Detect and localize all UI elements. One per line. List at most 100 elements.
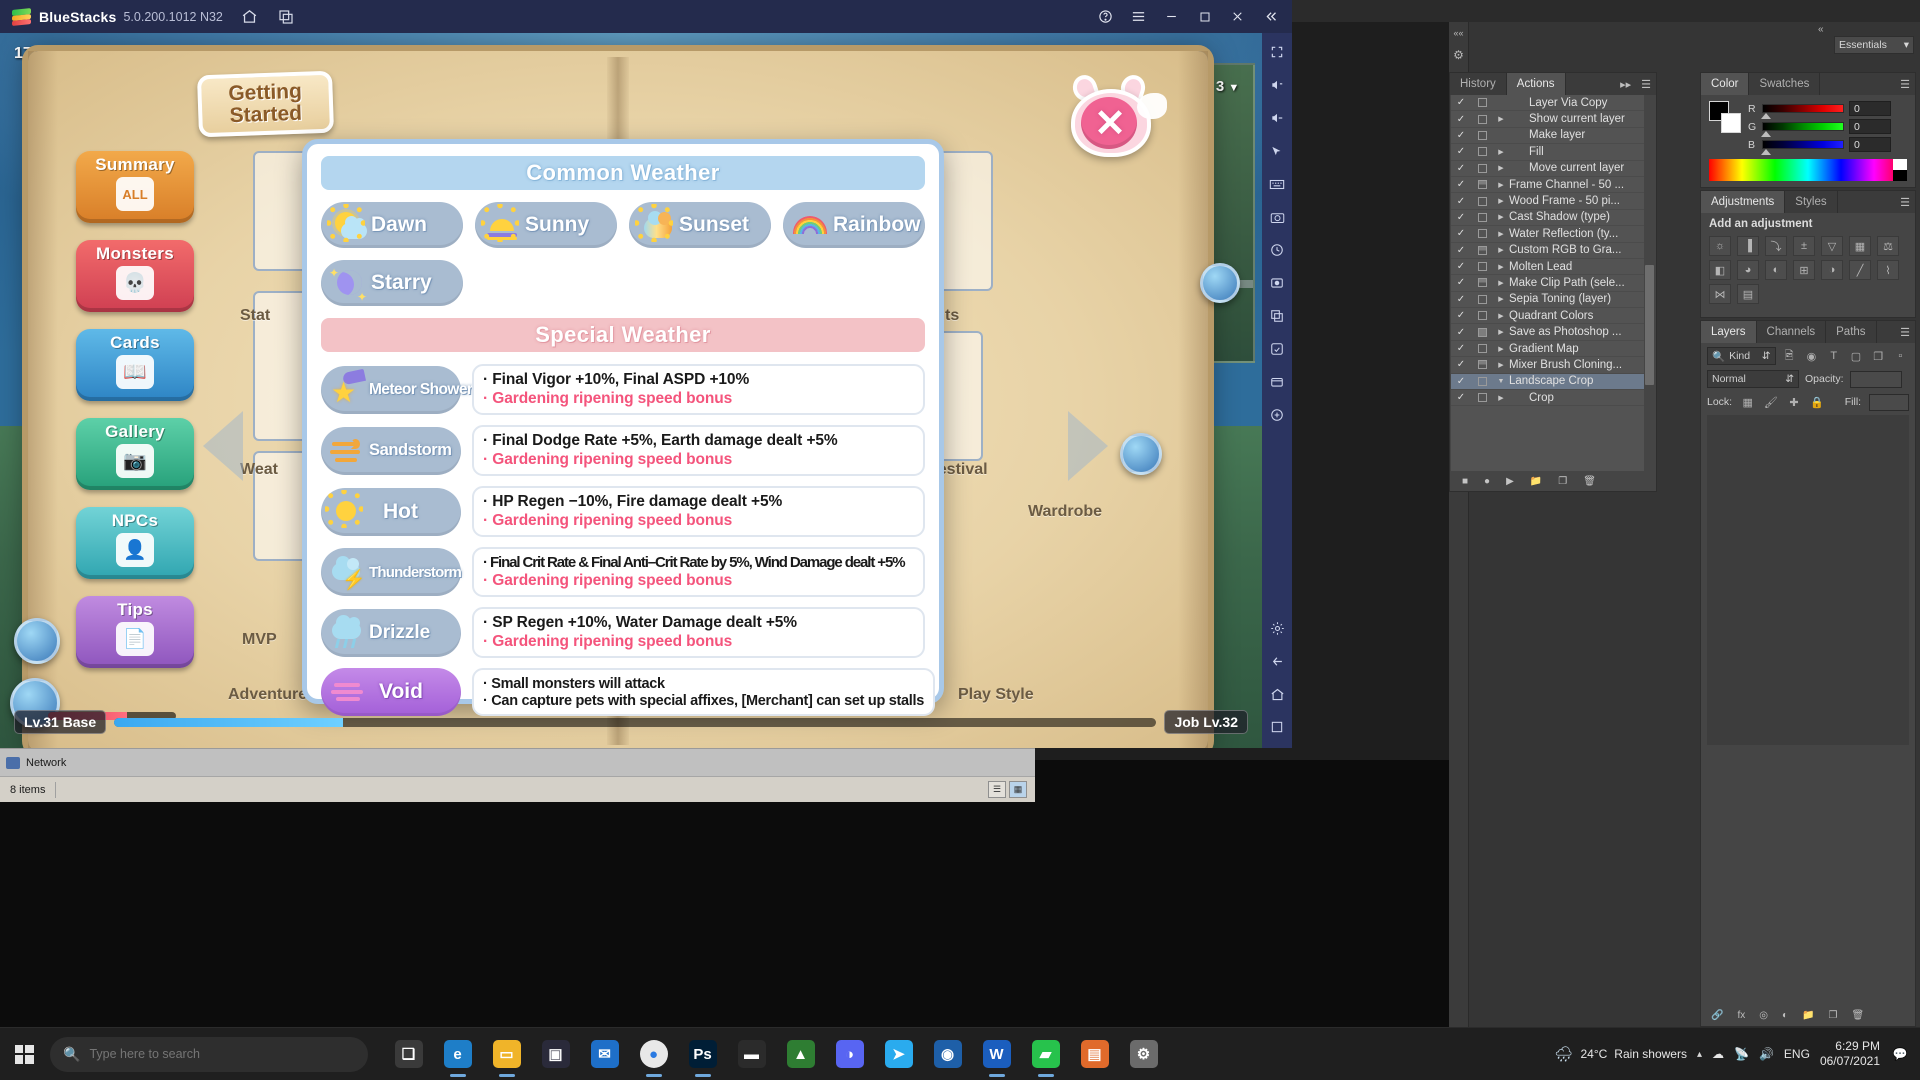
scrollbar-thumb[interactable] xyxy=(1645,265,1654,385)
action-row[interactable]: ✓ ▶ Quadrant Colors xyxy=(1451,308,1644,325)
edge-icon[interactable]: e xyxy=(433,1028,482,1080)
collapse-panels-icon[interactable]: «« xyxy=(1453,28,1463,38)
smart-object-filter-icon[interactable]: ❐ xyxy=(1870,347,1887,365)
blend-mode-select[interactable]: Normal ⇵ xyxy=(1707,370,1799,388)
action-row[interactable]: ✓ ▶ Save as Photoshop ... xyxy=(1451,324,1644,341)
new-layer-icon[interactable]: ❐ xyxy=(1828,1010,1837,1021)
back-icon[interactable] xyxy=(1266,650,1288,672)
weather-chip-sunset[interactable]: Sunset xyxy=(629,202,771,248)
macro-icon[interactable] xyxy=(1266,239,1288,261)
action-dialog-toggle-icon[interactable] xyxy=(1471,327,1493,337)
tab-actions[interactable]: Actions xyxy=(1506,73,1566,95)
r-slider[interactable] xyxy=(1761,104,1844,119)
action-dialog-toggle-icon[interactable] xyxy=(1471,163,1493,173)
action-dialog-toggle-icon[interactable] xyxy=(1471,212,1493,222)
action-row[interactable]: ✓ ▶ Sepia Toning (layer) xyxy=(1451,292,1644,309)
weather-widget[interactable]: 🌧 24°C Rain showers xyxy=(1554,1045,1687,1063)
black-white-icon[interactable]: ◧ xyxy=(1709,260,1731,280)
action-dialog-toggle-icon[interactable] xyxy=(1471,180,1493,190)
pixel-filter-icon[interactable]: 🖻 xyxy=(1781,347,1798,365)
lock-position-icon[interactable]: ✚ xyxy=(1786,393,1801,411)
hue-saturation-icon[interactable]: ▦ xyxy=(1849,236,1871,256)
volume-up-icon[interactable] xyxy=(1266,74,1288,96)
action-dialog-toggle-icon[interactable] xyxy=(1471,114,1493,124)
brightness-contrast-icon[interactable]: ☼ xyxy=(1709,236,1731,256)
mask-icon[interactable]: ◎ xyxy=(1759,1010,1768,1021)
adjustment-filter-icon[interactable]: ◉ xyxy=(1803,347,1820,365)
action-enabled-checkmark[interactable]: ✓ xyxy=(1451,327,1471,338)
gallery-icon[interactable]: ◉ xyxy=(923,1028,972,1080)
action-row[interactable]: ✓ ▶ Show current layer xyxy=(1451,111,1644,128)
g-value[interactable]: 0 xyxy=(1849,119,1891,134)
threshold-icon[interactable]: ⌇ xyxy=(1877,260,1899,280)
action-enabled-checkmark[interactable]: ✓ xyxy=(1451,261,1471,272)
trash-icon[interactable]: 🗑 xyxy=(1851,1010,1864,1021)
tab-swatches[interactable]: Swatches xyxy=(1749,73,1821,95)
action-enabled-checkmark[interactable]: ✓ xyxy=(1451,376,1471,387)
vibrance-icon[interactable]: ▽ xyxy=(1821,236,1843,256)
action-dialog-toggle-icon[interactable] xyxy=(1471,278,1493,288)
discord-icon[interactable]: ◑ xyxy=(825,1028,874,1080)
taskbar-clock[interactable]: 6:29 PM 06/07/2021 xyxy=(1820,1039,1880,1069)
language-indicator[interactable]: ENG xyxy=(1784,1047,1810,1061)
opacity-field[interactable] xyxy=(1849,370,1902,388)
chevron-right-icon[interactable]: ▶ xyxy=(1493,164,1509,172)
tab-color[interactable]: Color xyxy=(1701,73,1750,95)
action-enabled-checkmark[interactable]: ✓ xyxy=(1451,114,1471,125)
gradient-map-icon[interactable]: ▤ xyxy=(1737,284,1759,304)
action-dialog-toggle-icon[interactable] xyxy=(1471,311,1493,321)
action-enabled-checkmark[interactable]: ✓ xyxy=(1451,310,1471,321)
nav-tab-monsters[interactable]: Monsters 💀 xyxy=(76,240,194,312)
fill-field[interactable] xyxy=(1869,393,1909,411)
action-enabled-checkmark[interactable]: ✓ xyxy=(1451,245,1471,256)
action-row[interactable]: ✓ Make layer xyxy=(1451,128,1644,145)
menu-icon[interactable] xyxy=(1123,1,1154,32)
page-next-arrow[interactable] xyxy=(1068,411,1108,481)
task-view-icon[interactable]: ❑ xyxy=(384,1028,433,1080)
action-enabled-checkmark[interactable]: ✓ xyxy=(1451,277,1471,288)
weather-chip-dawn[interactable]: Dawn xyxy=(321,202,463,248)
action-dialog-toggle-icon[interactable] xyxy=(1471,360,1493,370)
panel-menu-icon[interactable]: ☰ xyxy=(1895,73,1915,95)
weather-chip-hot[interactable]: Hot xyxy=(321,487,461,536)
new-action-icon[interactable]: ❐ xyxy=(1558,476,1567,487)
action-dialog-toggle-icon[interactable] xyxy=(1471,130,1493,140)
action-row[interactable]: ✓ ▼ Landscape Crop xyxy=(1451,373,1644,391)
exposure-icon[interactable]: ± xyxy=(1793,236,1815,256)
actions-list[interactable]: ✓ Layer Via Copy ✓ ▶ Show current layer ✓ Make… xyxy=(1451,95,1644,471)
b-value[interactable]: 0 xyxy=(1849,137,1891,152)
layers-list[interactable] xyxy=(1707,415,1909,745)
brush-presets-icon[interactable]: ⚙ xyxy=(1453,48,1464,62)
link-icon[interactable]: 🔗 xyxy=(1711,1010,1723,1021)
maximize-icon[interactable] xyxy=(1189,1,1220,32)
layer-kind-filter[interactable]: 🔍 Kind ⇵ xyxy=(1707,347,1776,365)
action-enabled-checkmark[interactable]: ✓ xyxy=(1451,130,1471,141)
photoshop-icon[interactable]: Ps xyxy=(678,1028,727,1080)
action-dialog-toggle-icon[interactable] xyxy=(1471,147,1493,157)
action-orb-button[interactable] xyxy=(1120,433,1162,475)
posterize-icon[interactable]: ╱ xyxy=(1849,260,1871,280)
chevron-right-icon[interactable]: ▶ xyxy=(1493,295,1509,303)
chevron-right-icon[interactable]: ▶ xyxy=(1493,263,1509,271)
adjustment-icon[interactable]: ◐ xyxy=(1782,1010,1788,1021)
curves-icon[interactable]: ⤵ xyxy=(1765,236,1787,256)
chevron-right-icon[interactable]: ▶ xyxy=(1493,279,1509,287)
tab-layers[interactable]: Layers xyxy=(1701,321,1757,343)
operation-recorder-icon[interactable] xyxy=(1266,272,1288,294)
action-enabled-checkmark[interactable]: ✓ xyxy=(1451,146,1471,157)
chevron-right-icon[interactable]: ▶ xyxy=(1493,197,1509,205)
action-row[interactable]: ✓ ▶ Frame Channel - 50 ... xyxy=(1451,177,1644,194)
color-swatch-stack[interactable] xyxy=(1709,101,1741,133)
chevron-right-icon[interactable]: ▶ xyxy=(1493,345,1509,353)
color-lookup-icon[interactable]: ⊞ xyxy=(1793,260,1815,280)
action-enabled-checkmark[interactable]: ✓ xyxy=(1451,212,1471,223)
nav-tab-gallery[interactable]: Gallery 📷 xyxy=(76,418,194,490)
chevron-right-icon[interactable]: ▶ xyxy=(1493,328,1509,336)
mail-icon[interactable]: ✉ xyxy=(580,1028,629,1080)
delete-icon[interactable]: 🗑 xyxy=(1583,476,1596,487)
start-button[interactable] xyxy=(0,1028,48,1080)
chevron-right-icon[interactable]: ▶ xyxy=(1493,181,1509,189)
action-row[interactable]: ✓ ▶ Gradient Map xyxy=(1451,341,1644,358)
action-row[interactable]: ✓ ▶ Molten Lead xyxy=(1451,259,1644,276)
weather-chip-meteor-shower[interactable]: ★ Meteor Shower xyxy=(321,365,473,414)
